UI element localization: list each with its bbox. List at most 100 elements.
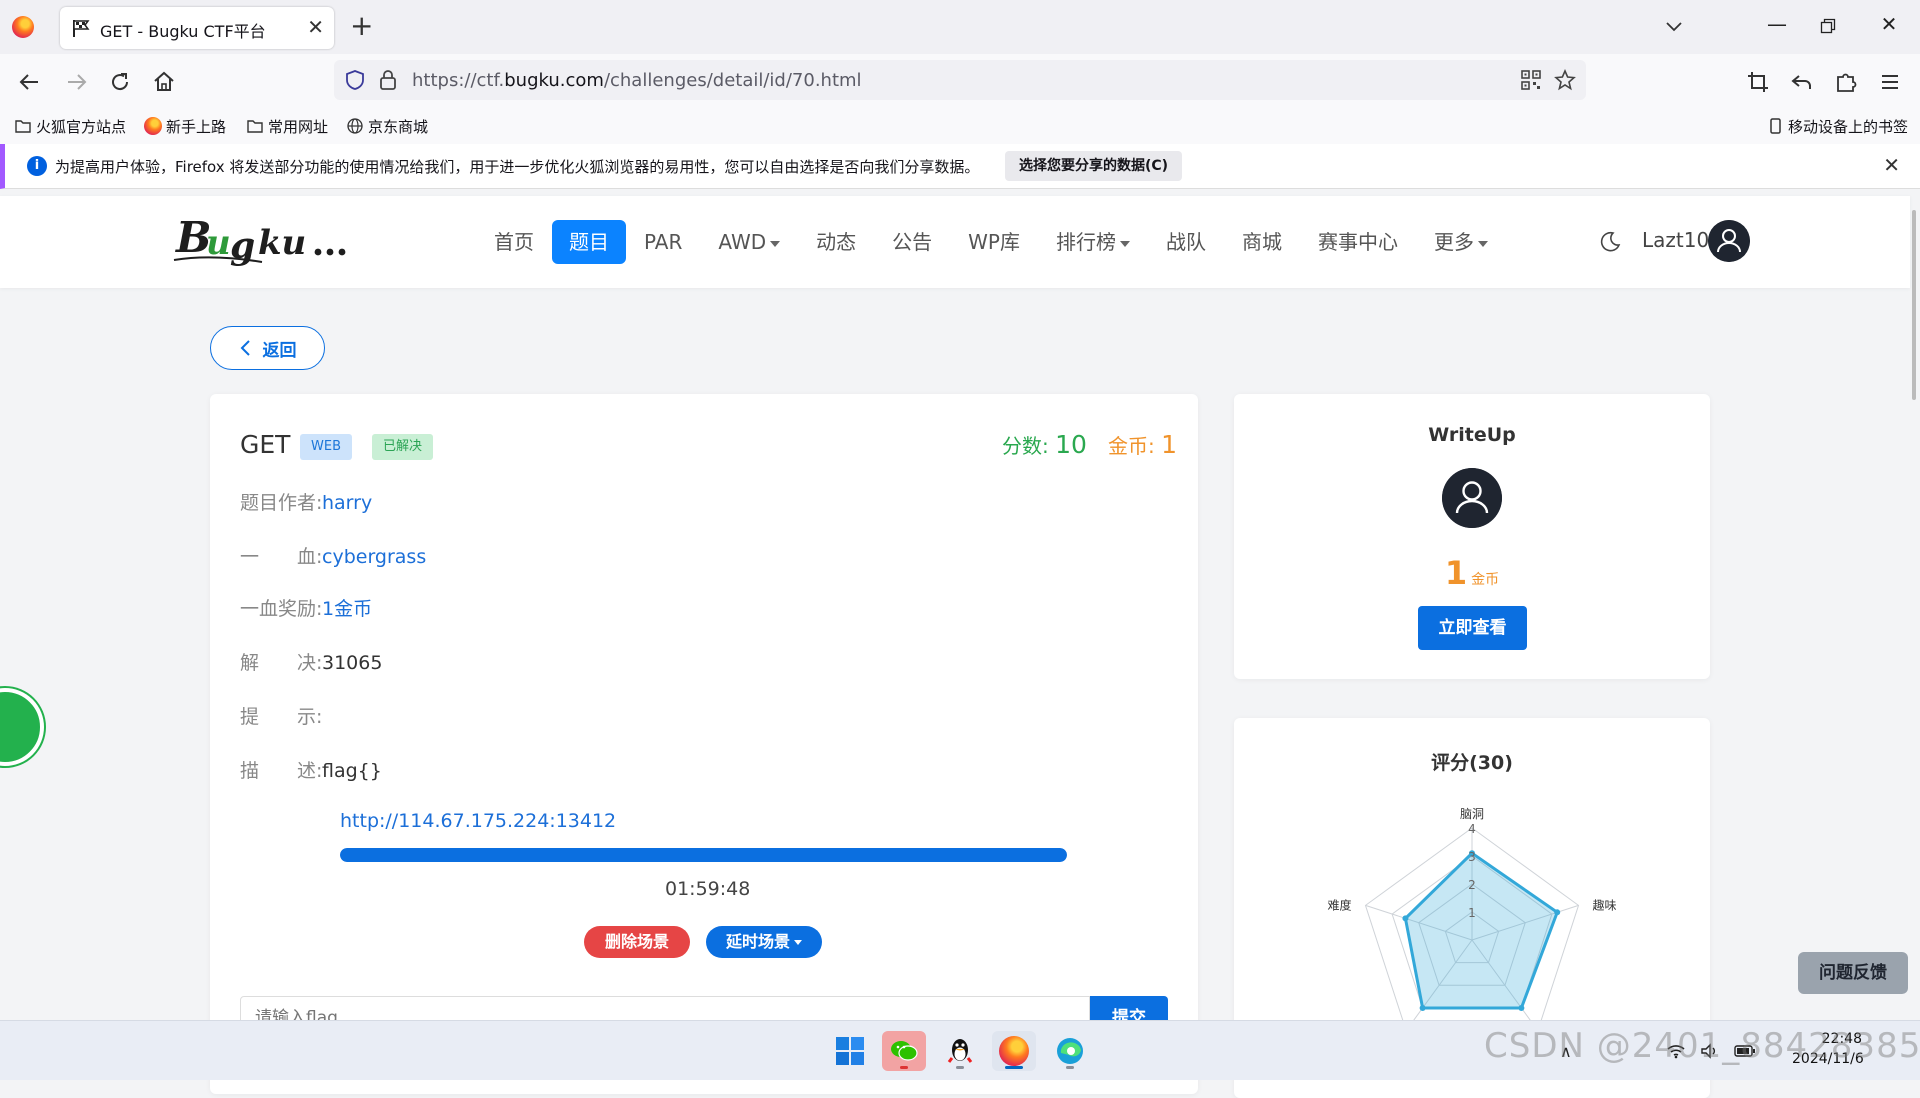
- restore-icon[interactable]: [1820, 18, 1836, 34]
- page-scrollbar[interactable]: [1912, 210, 1916, 400]
- view-writeup-label: 立即查看: [1438, 618, 1507, 638]
- row-label: 一 血:: [240, 546, 323, 568]
- nav-teams[interactable]: 战队: [1148, 220, 1224, 264]
- main-nav: 首页 题目 PAR AWD 动态 公告 WP库 排行榜 战队 商城 赛事中心 更…: [476, 220, 1506, 264]
- nav-label: PAR: [644, 230, 683, 254]
- star-bookmark-icon[interactable]: [1554, 69, 1576, 91]
- firefox-icon[interactable]: [12, 16, 34, 38]
- wechat-taskbar-icon[interactable]: [882, 1031, 926, 1071]
- bookmark-common-sites[interactable]: 常用网址: [246, 114, 328, 138]
- radar-tick-label: 3: [1468, 850, 1476, 864]
- forward-arrow-icon[interactable]: [62, 68, 90, 96]
- undo-share-icon[interactable]: [1788, 68, 1816, 96]
- challenge-card: GET WEB 已解决 分数: 10 金币: 1 题目作者:harry 一 血:…: [210, 394, 1198, 1094]
- qrcode-icon[interactable]: [1520, 69, 1542, 91]
- radar-series-area: [1403, 851, 1560, 1010]
- taskbar-indicator: [1005, 1066, 1023, 1069]
- site-header: B u g ku 首页 题目 PAR AWD 动态 公告 WP库 排行榜 战队 …: [0, 196, 1910, 288]
- extend-scene-label: 延时场景: [725, 932, 790, 951]
- radar-point: [1554, 909, 1561, 916]
- nav-challenges[interactable]: 题目: [552, 220, 626, 264]
- shield-icon[interactable]: [344, 69, 366, 91]
- url-bar[interactable]: https://ctf.bugku.com/challenges/detail/…: [334, 60, 1586, 100]
- url-text[interactable]: https://ctf.bugku.com/challenges/detail/…: [412, 70, 862, 91]
- lock-icon[interactable]: [378, 68, 398, 92]
- feedback-button[interactable]: 问题反馈: [1798, 952, 1908, 994]
- minimize-icon[interactable]: —: [1762, 12, 1792, 36]
- info-row-hint: 提 示:: [240, 702, 322, 729]
- chevron-down-icon[interactable]: [1662, 14, 1686, 38]
- windows-logo-icon: [836, 1037, 864, 1065]
- home-icon[interactable]: [150, 68, 178, 96]
- user-avatar-icon[interactable]: [1708, 220, 1750, 262]
- radar-axis-label: 趣味: [1593, 897, 1617, 912]
- radar-point: [1518, 1004, 1525, 1011]
- bookmark-label: 京东商城: [368, 117, 429, 136]
- bookmark-label: 新手上路: [166, 117, 227, 136]
- coin-label: 金币:: [1108, 434, 1155, 458]
- delete-scene-label: 删除场景: [604, 932, 669, 951]
- edge-taskbar-icon[interactable]: [1048, 1031, 1092, 1071]
- reload-icon[interactable]: [106, 68, 134, 96]
- row-label: 题目作者:: [240, 492, 323, 514]
- row-label: 描 述:: [240, 760, 323, 782]
- qq-penguin-icon: [947, 1039, 973, 1063]
- nav-more[interactable]: 更多: [1416, 220, 1506, 264]
- bookmark-firefox-official[interactable]: 火狐官方站点: [14, 114, 126, 138]
- extend-scene-button[interactable]: 延时场景: [706, 926, 822, 958]
- new-tab-icon[interactable]: +: [350, 10, 373, 42]
- firefox-taskbar-icon[interactable]: [992, 1031, 1036, 1071]
- nav-par[interactable]: PAR: [626, 220, 700, 264]
- delete-scene-button[interactable]: 删除场景: [584, 926, 690, 958]
- nav-leaderboard[interactable]: 排行榜: [1038, 220, 1148, 264]
- writeup-price-unit: 金币: [1471, 572, 1500, 588]
- nav-events[interactable]: 赛事中心: [1300, 220, 1416, 264]
- category-badge: WEB: [300, 434, 352, 460]
- screenshot-crop-icon[interactable]: [1744, 68, 1772, 96]
- row-label: 一血奖励:: [240, 598, 323, 620]
- nav-wp-library[interactable]: WP库: [950, 220, 1038, 264]
- username[interactable]: Lazt10: [1642, 228, 1709, 252]
- url-path: /challenges/detail/id/70.html: [603, 70, 862, 91]
- qq-taskbar-icon[interactable]: [938, 1031, 982, 1071]
- back-arrow-icon[interactable]: [16, 68, 44, 96]
- folder-icon: [247, 120, 263, 133]
- bookmark-label: 移动设备上的书签: [1788, 117, 1909, 136]
- chevron-left-icon: [240, 340, 250, 356]
- tab-close-icon[interactable]: ✕: [307, 16, 324, 38]
- nav-news[interactable]: 动态: [798, 220, 874, 264]
- radar-axis-label: 脑洞: [1460, 807, 1484, 821]
- row-label: 解 决:: [240, 652, 323, 674]
- author-link[interactable]: harry: [322, 492, 372, 514]
- close-window-icon[interactable]: ✕: [1874, 12, 1904, 36]
- solves-value: 31065: [322, 652, 383, 674]
- scene-timer: 01:59:48: [665, 878, 751, 900]
- folder-icon: [15, 120, 31, 133]
- radar-point: [1419, 1004, 1426, 1011]
- floating-assistant-button[interactable]: [0, 688, 44, 766]
- close-icon[interactable]: ✕: [1883, 153, 1900, 177]
- nav-awd[interactable]: AWD: [700, 220, 798, 264]
- mobile-device-icon: [1770, 118, 1781, 134]
- scene-url-link[interactable]: http://114.67.175.224:13412: [340, 810, 616, 832]
- csdn-watermark: CSDN @2401_88428385: [1484, 1026, 1920, 1066]
- back-button[interactable]: 返回: [210, 326, 325, 370]
- first-blood-link[interactable]: cybergrass: [322, 546, 426, 568]
- nav-label: 公告: [892, 230, 933, 254]
- nav-shop[interactable]: 商城: [1224, 220, 1300, 264]
- caret-down-icon: [1119, 240, 1130, 247]
- windows-start-icon[interactable]: [828, 1031, 872, 1071]
- hamburger-menu-icon[interactable]: [1876, 68, 1904, 96]
- nav-announcements[interactable]: 公告: [874, 220, 950, 264]
- bookmark-jd-mall[interactable]: 京东商城: [346, 114, 428, 138]
- bookmark-mobile[interactable]: 移动设备上的书签: [1766, 114, 1908, 138]
- bookmark-getting-started[interactable]: 新手上路: [144, 114, 226, 138]
- moon-icon[interactable]: [1598, 230, 1622, 254]
- browser-tab-active[interactable]: GET - Bugku CTF平台 ✕: [60, 7, 334, 49]
- bugku-logo[interactable]: B u g ku: [172, 210, 362, 270]
- choose-data-button[interactable]: 选择您要分享的数据(C): [1005, 151, 1183, 181]
- reward-value: 1金币: [322, 598, 373, 620]
- nav-home[interactable]: 首页: [476, 220, 552, 264]
- view-writeup-button[interactable]: 立即查看: [1418, 606, 1527, 650]
- extensions-puzzle-icon[interactable]: [1832, 68, 1860, 96]
